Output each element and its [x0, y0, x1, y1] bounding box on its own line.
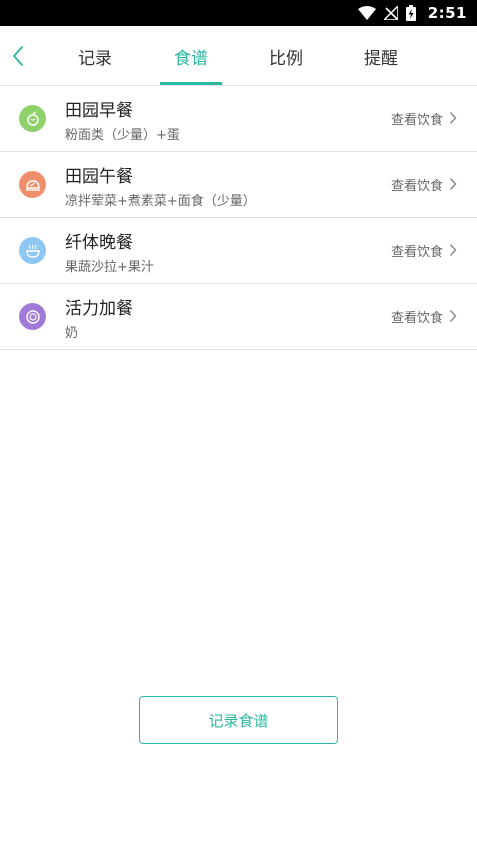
meal-subtitle: 粉面类（少量）+蛋 [65, 128, 180, 143]
view-meal-link[interactable]: 查看饮食 [391, 175, 443, 194]
chevron-right-icon [447, 308, 459, 324]
chevron-right-icon [447, 176, 459, 192]
meal-row-dinner[interactable]: 纤体晚餐 果蔬沙拉+果汁 查看饮食 [0, 218, 477, 284]
chevron-right-icon [447, 110, 459, 126]
back-button[interactable] [4, 36, 32, 76]
tab-recipes[interactable]: 食谱 [161, 26, 221, 86]
wifi-icon [357, 0, 376, 26]
tab-reminder[interactable]: 提醒 [351, 26, 411, 86]
apple-icon [19, 105, 46, 132]
dish-icon [19, 303, 46, 330]
meal-subtitle: 凉拌荤菜+煮素菜+面食（少量） [65, 194, 256, 209]
status-time: 2:51 [427, 4, 467, 22]
view-meal-link[interactable]: 查看饮食 [391, 307, 443, 326]
top-nav-bar: 记录 食谱 比例 提醒 [0, 26, 477, 86]
tab-ratio[interactable]: 比例 [256, 26, 316, 86]
view-meal-link[interactable]: 查看饮食 [391, 241, 443, 260]
chevron-right-icon [447, 242, 459, 258]
meal-subtitle: 奶 [65, 326, 79, 341]
chevron-left-icon [13, 46, 23, 66]
meal-list: 田园早餐 粉面类（少量）+蛋 查看饮食 田园午餐 凉拌荤菜+煮素菜+面食（少量）… [0, 86, 477, 350]
meal-subtitle: 果蔬沙拉+果汁 [65, 260, 154, 275]
battery-charging-icon [405, 0, 416, 26]
meal-row-breakfast[interactable]: 田园早餐 粉面类（少量）+蛋 查看饮食 [0, 86, 477, 152]
active-tab-indicator [160, 82, 222, 85]
record-recipe-button[interactable]: 记录食谱 [139, 696, 338, 744]
view-meal-link[interactable]: 查看饮食 [391, 109, 443, 128]
status-bar: 2:51 [0, 0, 477, 26]
meal-title: 田园早餐 [65, 101, 133, 121]
no-signal-icon [383, 0, 398, 26]
meal-row-lunch[interactable]: 田园午餐 凉拌荤菜+煮素菜+面食（少量） 查看饮食 [0, 152, 477, 218]
meal-title: 田园午餐 [65, 167, 133, 187]
meal-title: 纤体晚餐 [65, 233, 133, 253]
bowl-icon [19, 237, 46, 264]
meal-title: 活力加餐 [65, 299, 133, 319]
meal-row-snack[interactable]: 活力加餐 奶 查看饮食 [0, 284, 477, 350]
tab-record[interactable]: 记录 [65, 26, 125, 86]
plate-icon [19, 171, 46, 198]
